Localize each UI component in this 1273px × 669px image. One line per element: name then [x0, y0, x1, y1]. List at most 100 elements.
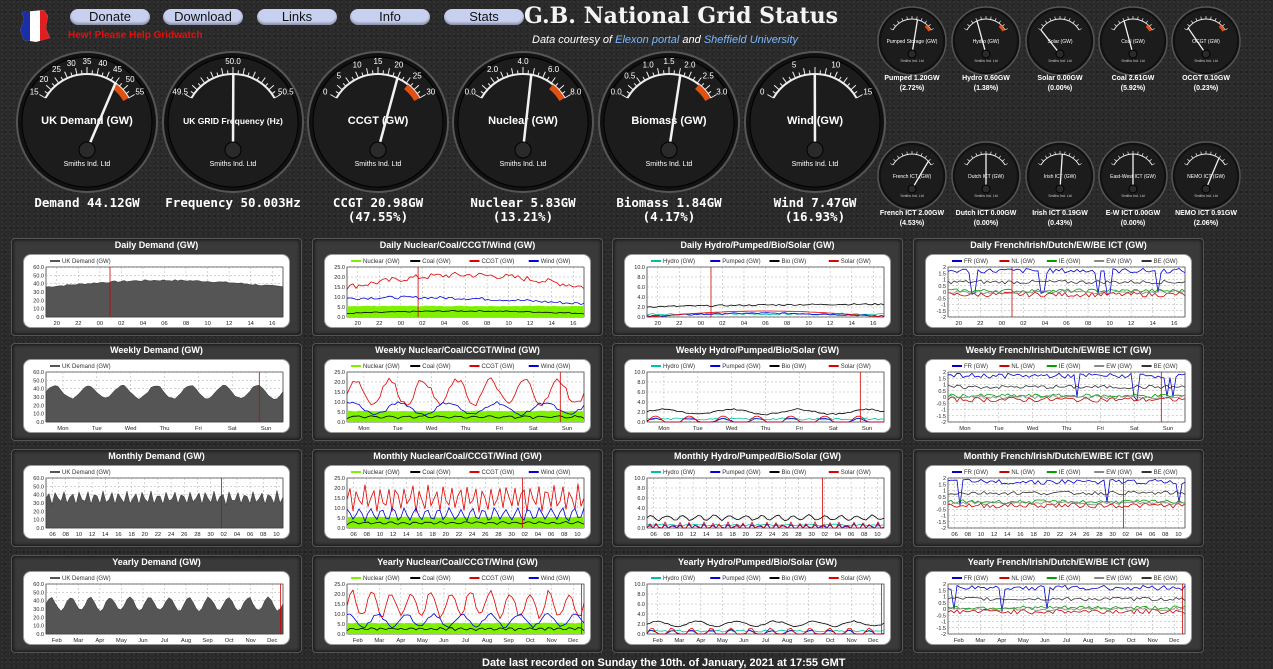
legend-label: FR (GW) — [964, 470, 988, 476]
chart-title: Daily Hydro/Pumped/Bio/Solar (GW) — [612, 240, 903, 250]
legend-label: Hydro (GW) — [663, 470, 695, 476]
y-tick-label: 1.5 — [938, 376, 946, 382]
chart-svg: FR (GW)NL (GW)IE (GW)EW (GW)BE (GW)-2-1.… — [926, 360, 1193, 434]
gauge-brand: Smiths Ind. Ltd — [64, 161, 111, 168]
x-tick-label: 16 — [870, 321, 876, 327]
chart-box[interactable]: FR (GW)NL (GW)IE (GW)EW (GW)BE (GW)-2-1.… — [925, 359, 1192, 433]
y-tick-label: 0 — [943, 501, 946, 507]
sheffield-link[interactable]: Sheffield University — [704, 34, 798, 46]
chart-box[interactable]: Nuclear (GW)Coal (GW)CCGT (GW)Wind (GW)0… — [324, 254, 591, 328]
chart-panel-yearly-demand: Yearly Demand (GW)UK Demand (GW)0.010.02… — [11, 555, 302, 653]
legend-label: IE (GW) — [1059, 364, 1081, 370]
x-tick-label: 06 — [650, 532, 656, 538]
chart-svg: Hydro (GW)Pumped (GW)Bio (GW)Solar (GW)0… — [625, 572, 892, 646]
y-tick-label: 30.0 — [33, 501, 44, 507]
y-tick-label: 25.0 — [334, 582, 345, 588]
x-tick-label: 14 — [102, 532, 109, 538]
chart-box[interactable]: UK Demand (GW)0.010.020.030.040.050.060.… — [23, 465, 290, 539]
help-link[interactable]: Hew! Please Help Gridwatch — [68, 30, 203, 41]
y-tick-label: -0.5 — [937, 296, 946, 302]
gauge-reading-value: Coal 2.61GW — [1095, 74, 1171, 84]
x-tick-label: 06 — [247, 532, 253, 538]
y-tick-label: -2 — [941, 420, 946, 426]
x-tick-label: 02 — [118, 321, 124, 327]
x-tick-label: Aug — [1083, 638, 1093, 644]
info-button[interactable]: Info — [350, 9, 430, 25]
x-tick-label: Sun — [562, 426, 572, 432]
gauge-tick-label: 8.0 — [570, 88, 582, 97]
donate-button[interactable]: Donate — [70, 9, 150, 25]
chart-box[interactable]: UK Demand (GW)0.010.020.030.040.050.060.… — [23, 571, 290, 645]
chart-box[interactable]: UK Demand (GW)0.010.020.030.040.050.060.… — [23, 359, 290, 433]
y-tick-label: 2.0 — [637, 622, 645, 628]
links-button[interactable]: Links — [257, 9, 337, 25]
stats-button[interactable]: Stats — [444, 9, 524, 25]
x-tick-label: 04 — [1042, 321, 1049, 327]
gauge-brand: Smiths Ind. Ltd — [974, 59, 997, 63]
gauge-tick-label: 45 — [113, 65, 122, 74]
chart-box[interactable]: Hydro (GW)Pumped (GW)Bio (GW)Solar (GW)0… — [624, 571, 891, 645]
x-tick-label: 12 — [827, 321, 833, 327]
elexon-link[interactable]: Elexon portal — [615, 34, 679, 46]
chart-panel-yearly-ict: Yearly French/Irish/Dutch/EW/BE ICT (GW)… — [913, 555, 1204, 653]
chart-box[interactable]: Nuclear (GW)Coal (GW)CCGT (GW)Wind (GW)0… — [324, 571, 591, 645]
x-tick-label: Feb — [653, 638, 663, 644]
gauge-tick-label: 25 — [52, 65, 61, 74]
y-tick-label: 60.0 — [33, 370, 44, 376]
x-tick-label: 22 — [756, 532, 762, 538]
gauge-reading-value: OCGT 0.10GW — [1168, 74, 1244, 84]
x-tick-label: 16 — [1171, 321, 1177, 327]
chart-box[interactable]: FR (GW)NL (GW)IE (GW)EW (GW)BE (GW)-2-1.… — [925, 465, 1192, 539]
y-tick-label: 30.0 — [33, 290, 44, 296]
flag-logo-icon — [14, 6, 54, 46]
chart-box[interactable]: FR (GW)NL (GW)IE (GW)EW (GW)BE (GW)-2-1.… — [925, 254, 1192, 328]
x-tick-label: Wed — [426, 426, 438, 432]
chart-panel-daily-hydro: Daily Hydro/Pumped/Bio/Solar (GW) Hydro (… — [612, 238, 903, 336]
y-tick-label: 1.5 — [938, 588, 946, 594]
gauge-brand: Smiths Ind. Ltd — [900, 59, 923, 63]
chart-panel-monthly-hydro: Monthly Hydro/Pumped/Bio/Solar (GW)Hydro… — [612, 449, 903, 547]
chart-box[interactable]: Hydro (GW)Pumped (GW)Bio (GW)Solar (GW)0… — [624, 359, 891, 433]
x-tick-label: Tue — [994, 426, 1004, 432]
x-tick-label: 02 — [419, 321, 425, 327]
x-tick-label: 18 — [1030, 532, 1036, 538]
x-tick-label: 20 — [443, 532, 449, 538]
y-tick-label: 1 — [943, 278, 946, 284]
chart-panel-yearly-hydro: Yearly Hydro/Pumped/Bio/Solar (GW)Hydro … — [612, 555, 903, 653]
gauge-tick-label: 50.5 — [278, 88, 294, 97]
legend-label: NL (GW) — [1011, 364, 1034, 370]
y-tick-label: 10.0 — [33, 518, 44, 524]
x-tick-label: 02 — [822, 532, 828, 538]
x-tick-label: Aug — [782, 638, 792, 644]
y-tick-label: 50.0 — [33, 590, 44, 596]
x-tick-label: Sep — [803, 638, 813, 644]
download-button[interactable]: Download — [163, 9, 243, 25]
gauge-reading-value: Biomass 1.84GW — [594, 196, 744, 210]
y-tick-label: 0.0 — [337, 315, 345, 321]
chart-box[interactable]: Hydro (GW)Pumped (GW)Bio (GW)Solar (GW)0… — [624, 254, 891, 328]
chart-panel-monthly-demand: Monthly Demand (GW)UK Demand (GW)0.010.0… — [11, 449, 302, 547]
gauge-reading: Nuclear 5.83GW(13.21%) — [448, 196, 598, 224]
y-tick-label: 0.0 — [36, 632, 44, 638]
gauge-tick-label: 49.5 — [172, 88, 188, 97]
y-tick-label: 5.0 — [337, 305, 345, 311]
chart-box[interactable]: Nuclear (GW)Coal (GW)CCGT (GW)Wind (GW)0… — [324, 359, 591, 433]
legend-label: EW (GW) — [1106, 259, 1132, 265]
x-tick-label: Tue — [92, 426, 102, 432]
chart-panel-weekly-gen: Weekly Nuclear/Coal/CCGT/Wind (GW)Nuclea… — [312, 343, 603, 441]
x-tick-label: 02 — [1020, 321, 1026, 327]
small-gauge-east-west-ict-gw: East-West ICT (GW)Smiths Ind. Ltd — [1098, 141, 1168, 211]
x-tick-label: 26 — [482, 532, 488, 538]
chart-box[interactable]: Nuclear (GW)Coal (GW)CCGT (GW)Wind (GW)0… — [324, 465, 591, 539]
gauge-tick-label: 50.0 — [225, 57, 241, 66]
chart-box[interactable]: UK Demand (GW)0.010.020.030.040.050.060.… — [23, 254, 290, 328]
x-tick-label: 04 — [1136, 532, 1143, 538]
y-tick-label: -1.5 — [937, 309, 946, 315]
chart-panel-yearly-gen: Yearly Nuclear/Coal/CCGT/Wind (GW)Nuclea… — [312, 555, 603, 653]
chart-box[interactable]: FR (GW)NL (GW)IE (GW)EW (GW)BE (GW)-2-1.… — [925, 571, 1192, 645]
chart-box[interactable]: Hydro (GW)Pumped (GW)Bio (GW)Solar (GW)0… — [624, 465, 891, 539]
gauge-tick-label: 6.0 — [548, 65, 560, 74]
x-tick-label: Mar — [374, 638, 384, 644]
legend-label: Wind (GW) — [541, 470, 571, 476]
y-tick-label: -0.5 — [937, 507, 946, 513]
